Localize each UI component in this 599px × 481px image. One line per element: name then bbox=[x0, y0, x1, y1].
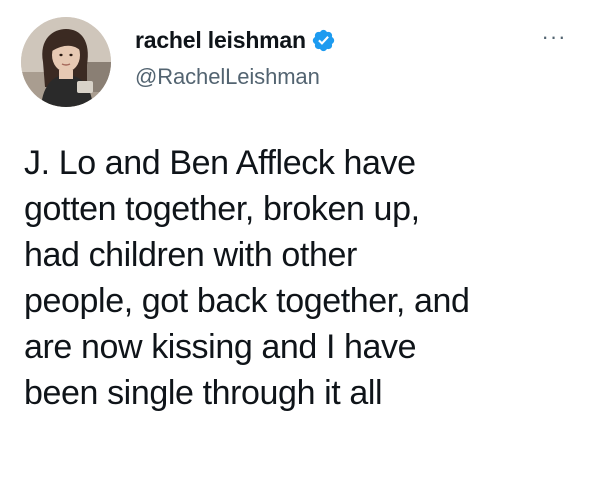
author-name-row[interactable]: rachel leishman bbox=[135, 24, 336, 56]
tweet-text-line: had children with other bbox=[24, 236, 357, 274]
display-name[interactable]: rachel leishman bbox=[135, 27, 306, 54]
more-options-icon[interactable]: ··· bbox=[537, 26, 571, 48]
tweet-text-line: gotten together, broken up, bbox=[24, 190, 420, 228]
author-handle[interactable]: @RachelLeishman bbox=[135, 64, 320, 90]
tweet-text-line: J. Lo and Ben Affleck have bbox=[24, 144, 416, 182]
tweet-text-line: people, got back together, and bbox=[24, 282, 470, 320]
tweet-text-line: are now kissing and I have bbox=[24, 328, 417, 366]
tweet-card: rachel leishman @RachelLeishman ··· J. L… bbox=[0, 0, 599, 481]
tweet-text: J. Lo and Ben Affleck have gotten togeth… bbox=[24, 140, 590, 416]
tweet-text-line: been single through it all bbox=[24, 374, 383, 412]
verified-badge-icon bbox=[311, 28, 336, 53]
avatar[interactable] bbox=[21, 17, 111, 107]
avatar-photo-icon bbox=[21, 17, 111, 107]
